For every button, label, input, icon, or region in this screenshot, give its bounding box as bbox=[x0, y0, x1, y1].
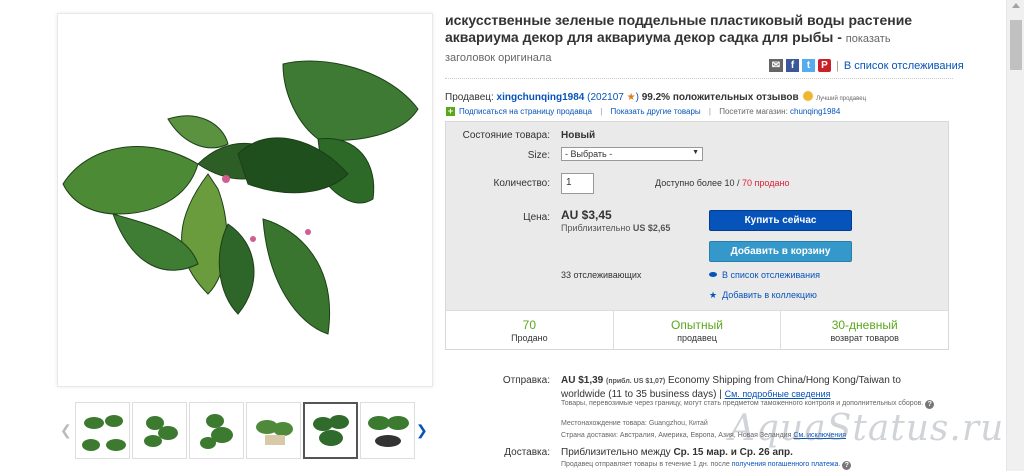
help-icon[interactable]: ? bbox=[842, 461, 852, 470]
seller-links: + Подписаться на страницу продавца | Пока… bbox=[446, 107, 840, 116]
title-dash: - bbox=[837, 29, 842, 45]
chevron-down-icon: ▼ bbox=[692, 149, 699, 156]
size-select[interactable]: - Выбрать - ▼ bbox=[561, 147, 703, 161]
stat-seller: Опытный продавец bbox=[614, 311, 782, 349]
availability: Доступно более 10 / 70 продано bbox=[655, 178, 789, 188]
thumbnail[interactable] bbox=[360, 402, 415, 459]
thumbs-next-icon[interactable]: ❯ bbox=[416, 422, 428, 439]
positive-feedback: 99.2% положительных отзывов bbox=[641, 92, 799, 103]
thumbnail[interactable] bbox=[132, 402, 187, 459]
item-stats: 70 Продано Опытный продавец 30-дневный в… bbox=[446, 310, 948, 349]
plus-icon[interactable]: + bbox=[446, 107, 455, 116]
size-select-value: - Выбрать - bbox=[565, 149, 613, 159]
stat-sold: 70 Продано bbox=[446, 311, 614, 349]
stat-returns-label: возврат товаров bbox=[830, 333, 899, 343]
divider bbox=[445, 78, 953, 79]
size-label: Size: bbox=[527, 150, 550, 161]
add-watch-label: В список отслеживания bbox=[722, 270, 821, 280]
item-title-text: искусственные зеленые поддельные пластик… bbox=[445, 12, 913, 45]
seller-info: Продавец: xingchunqing1984 (202107 ★) 99… bbox=[445, 91, 866, 103]
facebook-icon[interactable]: f bbox=[786, 59, 799, 72]
condition-label: Состояние товара: bbox=[462, 130, 550, 141]
sold-count-link[interactable]: 70 продано bbox=[742, 178, 789, 188]
customs-note-text: Товары, перевозимые через границу, могут… bbox=[561, 400, 924, 407]
stat-sold-label: Продано bbox=[511, 333, 548, 343]
thumbnail-active[interactable] bbox=[303, 402, 358, 459]
buy-now-button[interactable]: Купить сейчас bbox=[709, 210, 852, 231]
price-value: AU $3,45 bbox=[561, 208, 612, 222]
handling-text: Продавец отправляет товары в течение 1 д… bbox=[561, 461, 730, 468]
shipping-info: AU $1,39 (прибл. US $1,07) Economy Shipp… bbox=[561, 375, 921, 401]
vertical-scrollbar[interactable] bbox=[1006, 0, 1024, 471]
store-label: Посетите магазин: bbox=[719, 107, 788, 116]
other-items-link[interactable]: Показать другие товары bbox=[611, 107, 701, 116]
add-to-watchlist-link[interactable]: В список отслеживания bbox=[844, 60, 964, 72]
add-to-collection-link[interactable]: ★ Добавить в коллекцию bbox=[709, 290, 817, 301]
thumbnail[interactable] bbox=[189, 402, 244, 459]
mail-icon[interactable]: ✉ bbox=[769, 59, 783, 72]
add-to-watchlist-box-link[interactable]: В список отслеживания bbox=[709, 270, 820, 280]
scroll-thumb[interactable] bbox=[1010, 20, 1022, 70]
delivery-text: Приблизительно между bbox=[561, 447, 671, 458]
quantity-label: Количество: bbox=[493, 178, 550, 189]
store-link[interactable]: chunqing1984 bbox=[790, 107, 840, 116]
approx-label: Приблизительно bbox=[561, 223, 631, 233]
add-collection-label: Добавить в коллекцию bbox=[722, 290, 817, 300]
shipping-approx: (прибл. US $1,07) bbox=[606, 378, 666, 385]
stat-seller-label: продавец bbox=[677, 333, 717, 343]
approx-price: Приблизительно US $2,65 bbox=[561, 223, 670, 233]
watchers-count: 33 отслеживающих bbox=[561, 270, 642, 280]
scroll-up-icon[interactable] bbox=[1012, 3, 1020, 8]
shipping-cost: AU $1,39 bbox=[561, 375, 604, 386]
stat-sold-value: 70 bbox=[522, 318, 537, 332]
cleared-payment-link[interactable]: получения погашенного платежа bbox=[732, 461, 839, 468]
page: ❮ ❯ искусственные зеленые поддельные пла… bbox=[0, 0, 1024, 471]
add-to-cart-button[interactable]: Добавить в корзину bbox=[709, 241, 852, 262]
shipping-details-link[interactable]: См. подробные сведения bbox=[725, 389, 831, 399]
feedback-close: ) bbox=[635, 92, 639, 103]
share-bar: ✉ f t P | В список отслеживания bbox=[769, 58, 964, 73]
shipping-label: Отправка: bbox=[502, 375, 550, 386]
separator: | bbox=[708, 107, 711, 116]
condition-value: Новый bbox=[561, 130, 596, 141]
share-separator: | bbox=[836, 59, 839, 72]
item-page: ❮ ❯ искусственные зеленые поддельные пла… bbox=[0, 0, 1006, 471]
stat-returns-value: 30-дневный bbox=[831, 318, 898, 332]
seller-label: Продавец: bbox=[445, 92, 494, 103]
separator: | bbox=[600, 107, 603, 116]
top-seller-label: Лучший продавец bbox=[816, 96, 867, 102]
seller-name-link[interactable]: xingchunqing1984 bbox=[497, 92, 585, 103]
pinterest-icon[interactable]: P bbox=[818, 59, 831, 72]
eye-icon bbox=[709, 272, 717, 277]
feedback-count-link[interactable]: 202107 bbox=[590, 92, 623, 103]
subscribe-seller-link[interactable]: Подписаться на страницу продавца bbox=[459, 107, 592, 116]
twitter-icon[interactable]: t bbox=[802, 59, 815, 72]
main-product-image[interactable] bbox=[57, 13, 433, 387]
stat-seller-value: Опытный bbox=[671, 318, 723, 332]
watermark: AquaStatus.ru bbox=[729, 408, 1005, 449]
feedback-star-icon: ★ bbox=[626, 92, 636, 103]
quantity-input[interactable]: 1 bbox=[561, 173, 594, 194]
handling-time: Продавец отправляет товары в течение 1 д… bbox=[561, 461, 852, 470]
star-icon: ★ bbox=[709, 290, 718, 300]
thumbnail[interactable] bbox=[246, 402, 301, 459]
delivery-label: Доставка: bbox=[504, 447, 550, 458]
plant-image bbox=[62, 60, 419, 335]
thumbnail[interactable] bbox=[75, 402, 130, 459]
thumbnail-strip bbox=[58, 402, 434, 462]
top-seller-icon bbox=[803, 91, 814, 101]
approx-value: US $2,65 bbox=[632, 223, 671, 233]
price-label: Цена: bbox=[523, 212, 550, 223]
availability-text: Доступно более 10 / bbox=[655, 178, 740, 188]
handling-end: . bbox=[838, 461, 841, 468]
stat-returns: 30-дневный возврат товаров bbox=[781, 311, 948, 349]
